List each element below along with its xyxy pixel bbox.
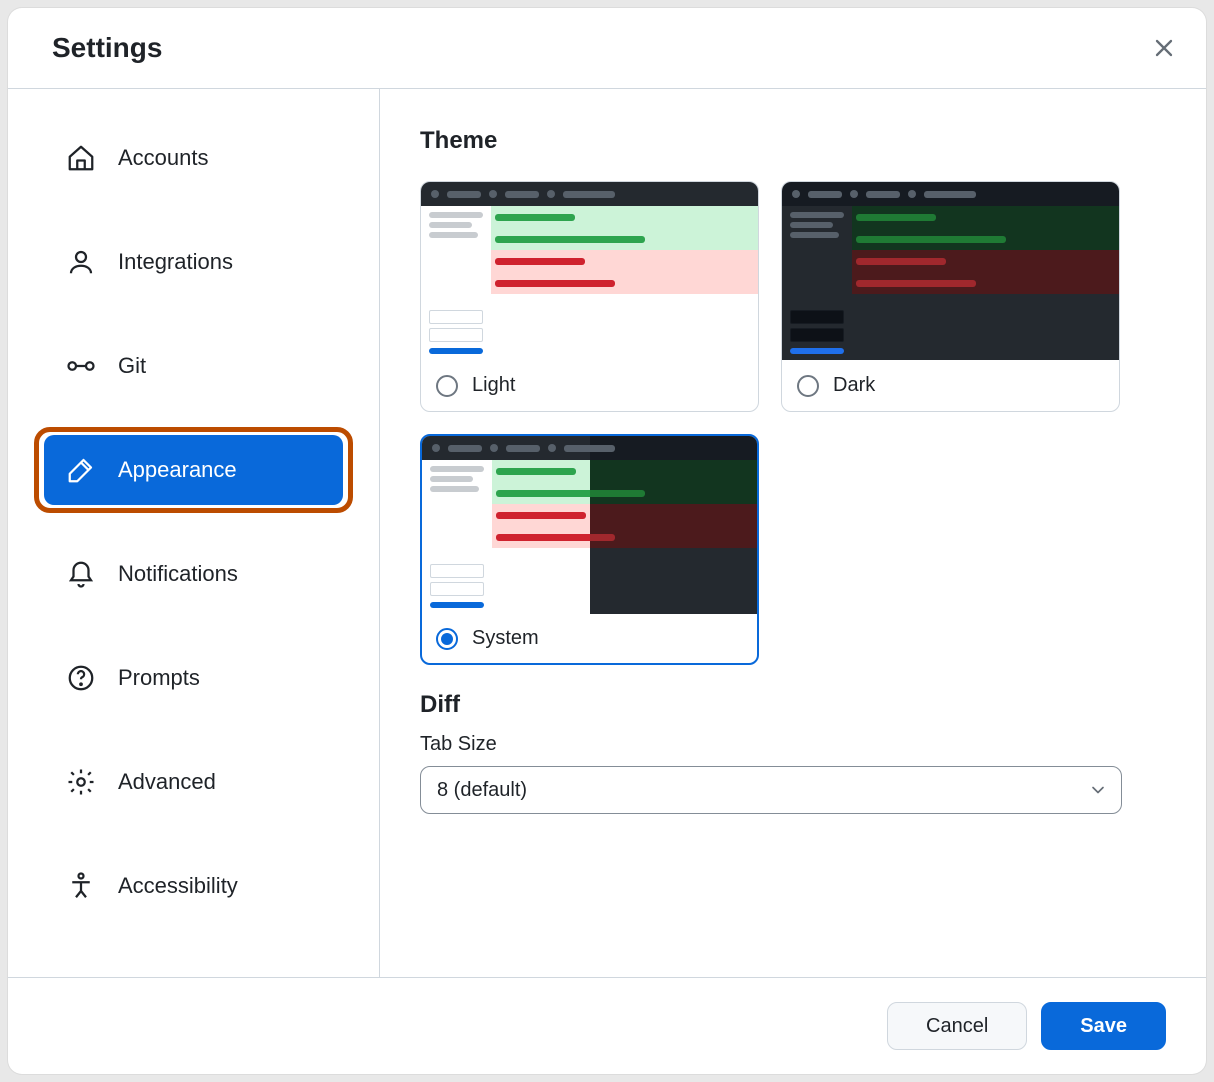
sidebar-item-prompts[interactable]: Prompts xyxy=(44,643,343,713)
theme-option-system[interactable]: System xyxy=(420,434,759,665)
radio-icon xyxy=(436,375,458,397)
a11y-icon xyxy=(66,871,96,901)
theme-option-label: Dark xyxy=(833,374,875,397)
sidebar-item-label: Prompts xyxy=(118,665,200,691)
theme-option-label: Light xyxy=(472,374,515,397)
modal-title: Settings xyxy=(52,32,162,64)
settings-content: Theme xyxy=(380,89,1206,977)
sidebar-item-appearance[interactable]: Appearance xyxy=(44,435,343,505)
help-icon xyxy=(66,663,96,693)
theme-options: Light xyxy=(420,181,1166,665)
radio-icon xyxy=(797,375,819,397)
settings-modal: Settings Accounts Integrations Git Appea… xyxy=(8,8,1206,1074)
save-button[interactable]: Save xyxy=(1041,1002,1166,1050)
gear-icon xyxy=(66,767,96,797)
sidebar-item-label: Appearance xyxy=(118,457,237,483)
home-icon xyxy=(66,143,96,173)
sidebar-item-label: Accounts xyxy=(118,145,209,171)
sidebar-item-integrations[interactable]: Integrations xyxy=(44,227,343,297)
theme-thumb-light xyxy=(421,182,758,360)
sidebar-item-label: Accessibility xyxy=(118,873,238,899)
modal-header: Settings xyxy=(8,8,1206,89)
tab-size-select-wrap xyxy=(420,766,1122,814)
tab-size-label: Tab Size xyxy=(420,733,1166,756)
person-icon xyxy=(66,247,96,277)
radio-icon xyxy=(436,628,458,650)
theme-option-dark[interactable]: Dark xyxy=(781,181,1120,412)
sidebar-item-label: Advanced xyxy=(118,769,216,795)
brush-icon xyxy=(66,455,96,485)
sidebar-item-label: Notifications xyxy=(118,561,238,587)
diff-heading: Diff xyxy=(420,691,1166,719)
sidebar-item-accessibility[interactable]: Accessibility xyxy=(44,851,343,921)
git-icon xyxy=(66,351,96,381)
close-icon[interactable] xyxy=(1152,36,1176,60)
cancel-button[interactable]: Cancel xyxy=(887,1002,1027,1050)
tab-size-select[interactable] xyxy=(420,766,1122,814)
modal-body: Accounts Integrations Git Appearance Not… xyxy=(8,89,1206,977)
sidebar-item-notifications[interactable]: Notifications xyxy=(44,539,343,609)
bell-icon xyxy=(66,559,96,589)
sidebar-item-advanced[interactable]: Advanced xyxy=(44,747,343,817)
theme-heading: Theme xyxy=(420,127,1166,155)
sidebar-item-accounts[interactable]: Accounts xyxy=(44,123,343,193)
theme-option-light[interactable]: Light xyxy=(420,181,759,412)
sidebar-item-label: Integrations xyxy=(118,249,233,275)
theme-option-label: System xyxy=(472,627,539,650)
theme-thumb-dark xyxy=(782,182,1119,360)
theme-thumb-system xyxy=(422,436,757,614)
sidebar-item-label: Git xyxy=(118,353,146,379)
settings-sidebar: Accounts Integrations Git Appearance Not… xyxy=(8,89,380,977)
modal-footer: Cancel Save xyxy=(8,977,1206,1074)
sidebar-item-git[interactable]: Git xyxy=(44,331,343,401)
